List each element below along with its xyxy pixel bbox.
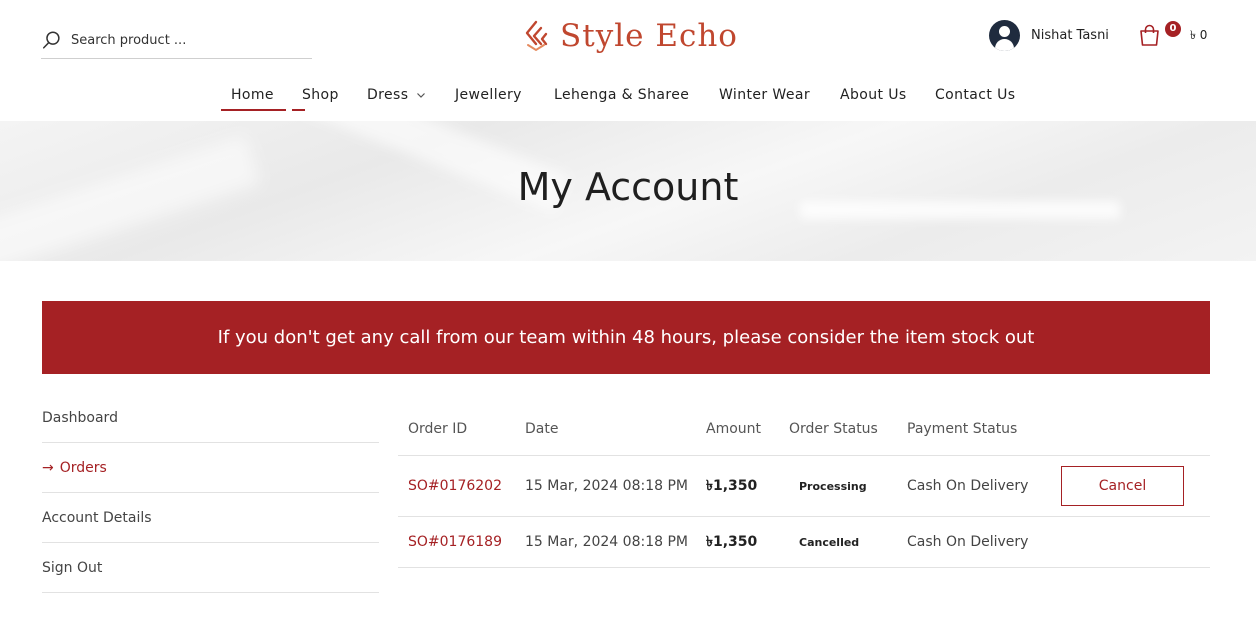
stock-notice-banner: If you don't get any call from our team … [42,301,1210,374]
sidebar-item-label: Account Details [42,509,152,526]
user-name: Nishat Tasni [1031,28,1109,43]
order-amount: ৳1,350 [706,478,758,494]
arrow-right-icon: → [42,459,54,476]
site-header: Style Echo Nishat Tasni 0 ৳ 0 Home Shop … [0,0,1256,121]
sidebar-item-sign-out[interactable]: Sign Out [42,543,379,593]
nav-contact-us[interactable]: Contact Us [935,87,1015,103]
search-bar [41,22,312,59]
cancel-order-button[interactable]: Cancel [1061,466,1184,506]
table-row: SO#0176202 15 Mar, 2024 08:18 PM ৳1,350 … [398,456,1210,517]
user-account-link[interactable]: Nishat Tasni [989,20,1109,51]
nav-winter-wear[interactable]: Winter Wear [719,87,810,103]
orders-table: Order ID Date Amount Order Status Paymen… [398,403,1210,568]
order-id-link[interactable]: SO#0176202 [408,456,502,516]
column-header-payment-status: Payment Status [907,421,1018,437]
nav-lehenga-sharee[interactable]: Lehenga & Sharee [554,87,689,103]
site-logo[interactable]: Style Echo [522,14,738,58]
column-header-date: Date [525,421,559,437]
order-id-link[interactable]: SO#0176189 [408,517,502,567]
sidebar-item-label: Sign Out [42,559,103,576]
table-row: SO#0176189 15 Mar, 2024 08:18 PM ৳1,350 … [398,517,1210,568]
order-status-badge: Processing [799,479,867,493]
cart-total: ৳ 0 [1190,28,1208,42]
column-header-order-status: Order Status [789,421,878,437]
payment-status: Cash On Delivery [907,478,1029,494]
payment-status: Cash On Delivery [907,534,1029,550]
order-amount: ৳1,350 [706,534,758,550]
table-header-row: Order ID Date Amount Order Status Paymen… [398,403,1210,456]
search-icon[interactable] [41,29,63,51]
page-banner: My Account [0,121,1256,261]
nav-shop[interactable]: Shop [302,87,339,103]
order-status-badge: Cancelled [799,535,860,549]
search-input[interactable] [71,32,301,48]
logo-mark-icon [525,20,548,52]
shopping-bag-icon [1140,24,1159,46]
cart-count-badge: 0 [1165,21,1181,37]
order-date: 15 Mar, 2024 08:18 PM [525,534,688,550]
sidebar-item-label: Dashboard [42,409,118,426]
account-sidebar: Dashboard → Orders Account Details Sign … [42,393,379,593]
nav-dress[interactable]: Dress [367,87,426,103]
nav-active-indicator [221,109,286,111]
page-title: My Account [517,165,739,209]
nav-home[interactable]: Home [231,87,274,103]
order-date: 15 Mar, 2024 08:18 PM [525,478,688,494]
column-header-amount: Amount [706,421,762,437]
nav-hover-indicator [292,109,305,111]
cart-button[interactable] [1139,24,1161,48]
nav-jewellery[interactable]: Jewellery [455,87,522,103]
sidebar-item-label: Orders [59,459,107,476]
sidebar-item-dashboard[interactable]: Dashboard [42,393,379,443]
user-avatar-icon [989,20,1020,51]
chevron-down-icon [417,93,426,98]
sidebar-item-account-details[interactable]: Account Details [42,493,379,543]
nav-about-us[interactable]: About Us [840,87,907,103]
sidebar-item-orders[interactable]: → Orders [42,443,379,493]
action-cell: Cancel [1061,456,1184,516]
column-header-order-id: Order ID [408,421,468,437]
nav-dress-label: Dress [367,87,409,103]
logo-text: Style Echo [560,18,738,54]
